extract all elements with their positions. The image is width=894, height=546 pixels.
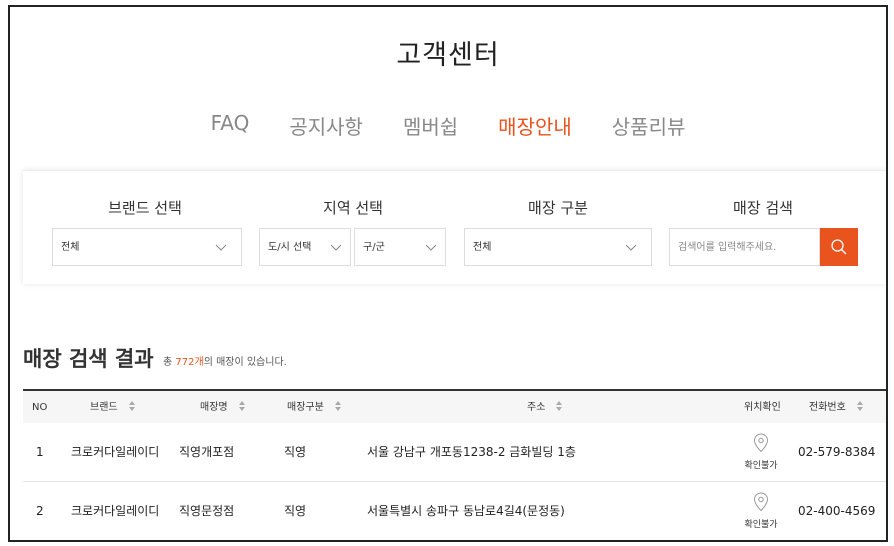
brand-select[interactable]: 전체 [52,228,242,266]
header-phone-label: 전화번호 [809,402,846,413]
tab-nav: FAQ 공지사항 멤버쉽 매장안내 상품리뷰 [10,111,886,140]
store-search-panel: 브랜드 선택 전체 지역 선택 도/시 선택 구/군 매장 구분 전체 매장 검… [23,170,886,284]
location-button[interactable]: 확인불가 [741,492,781,530]
sort-icon [128,401,135,411]
location-status: 확인불가 [744,461,778,471]
search-button[interactable] [820,228,858,266]
chevron-down-icon [625,244,637,251]
store-search-placeholder: 검색어를 입력해주세요. [678,242,777,253]
chevron-down-icon [215,244,227,251]
header-store-name[interactable]: 매장명 [200,391,246,425]
sort-icon [334,401,341,411]
cell-brand: 크로커다일레이디 [71,445,160,459]
chevron-down-icon [425,244,437,251]
tab-notice[interactable]: 공지사항 [289,111,363,140]
page-title: 고객센터 [396,40,500,71]
results-count-prefix: 총 [163,357,176,368]
header-address[interactable]: 주소 [527,391,563,425]
cell-store-name: 직영문정점 [179,504,235,518]
sort-icon [238,401,245,411]
header-location: 위치확인 [744,402,781,413]
store-search-input[interactable]: 검색어를 입력해주세요. [669,228,820,266]
sort-icon [556,401,563,411]
region-select-label: 지역 선택 [323,199,383,217]
cell-store-name: 직영개포점 [179,445,235,459]
tab-membership[interactable]: 멤버쉽 [403,111,458,140]
results-count-suffix: 의 매장이 있습니다. [203,357,287,368]
map-pin-icon [753,492,769,512]
header-no: NO [32,402,48,413]
region-city-select[interactable]: 도/시 선택 [259,228,351,266]
sort-icon [856,401,863,411]
table-row: 2 크로커다일레이디 직영문정점 직영 서울특별시 송파구 동남로4길4(문정동… [23,482,886,540]
cell-address: 서울특별시 송파구 동남로4길4(문정동) [367,504,565,518]
header-store-name-label: 매장명 [200,402,228,413]
tab-product-review[interactable]: 상품리뷰 [612,111,686,140]
page-frame: 고객센터 FAQ 공지사항 멤버쉽 매장안내 상품리뷰 브랜드 선택 전체 지역… [8,5,888,542]
tab-faq[interactable]: FAQ [211,111,250,140]
map-pin-icon [753,433,769,453]
cell-phone: 02-579-8384 [798,445,876,459]
location-button[interactable]: 확인불가 [741,433,781,471]
store-table: NO 브랜드 매장명 매장구분 주소 위치확인 전화번호 1 크로커다일레이디 … [23,389,886,540]
header-brand[interactable]: 브랜드 [90,391,136,425]
results-count-number: 772개 [175,357,204,368]
brand-select-value: 전체 [61,242,80,253]
header-address-label: 주소 [527,402,546,413]
cell-brand: 크로커다일레이디 [71,504,160,518]
results-title: 매장 검색 결과 [23,347,154,371]
cell-phone: 02-400-4569 [798,504,876,518]
cell-no: 1 [36,445,44,459]
region-district-value: 구/군 [363,242,385,253]
cell-no: 2 [36,504,44,518]
table-row: 1 크로커다일레이디 직영개포점 직영 서울 강남구 개포동1238-2 금화빌… [23,423,886,482]
store-type-label: 매장 구분 [528,199,588,217]
region-city-value: 도/시 선택 [268,242,312,253]
store-search-label: 매장 검색 [733,199,793,217]
brand-select-label: 브랜드 선택 [108,199,182,217]
header-brand-label: 브랜드 [90,402,118,413]
cell-store-type: 직영 [284,504,307,518]
header-store-type[interactable]: 매장구분 [287,391,342,425]
tab-store-info[interactable]: 매장안내 [498,111,572,140]
header-store-type-label: 매장구분 [287,402,324,413]
location-status: 확인불가 [744,520,778,530]
results-count: 총 772개의 매장이 있습니다. [163,353,287,368]
cell-address: 서울 강남구 개포동1238-2 금화빌딩 1층 [367,445,576,459]
chevron-down-icon [330,244,342,251]
region-district-select[interactable]: 구/군 [354,228,446,266]
store-type-select[interactable]: 전체 [464,228,652,266]
table-header: NO 브랜드 매장명 매장구분 주소 위치확인 전화번호 [23,389,886,425]
search-icon [831,239,847,255]
store-type-value: 전체 [473,242,492,253]
header-phone[interactable]: 전화번호 [809,391,864,425]
cell-store-type: 직영 [284,445,307,459]
